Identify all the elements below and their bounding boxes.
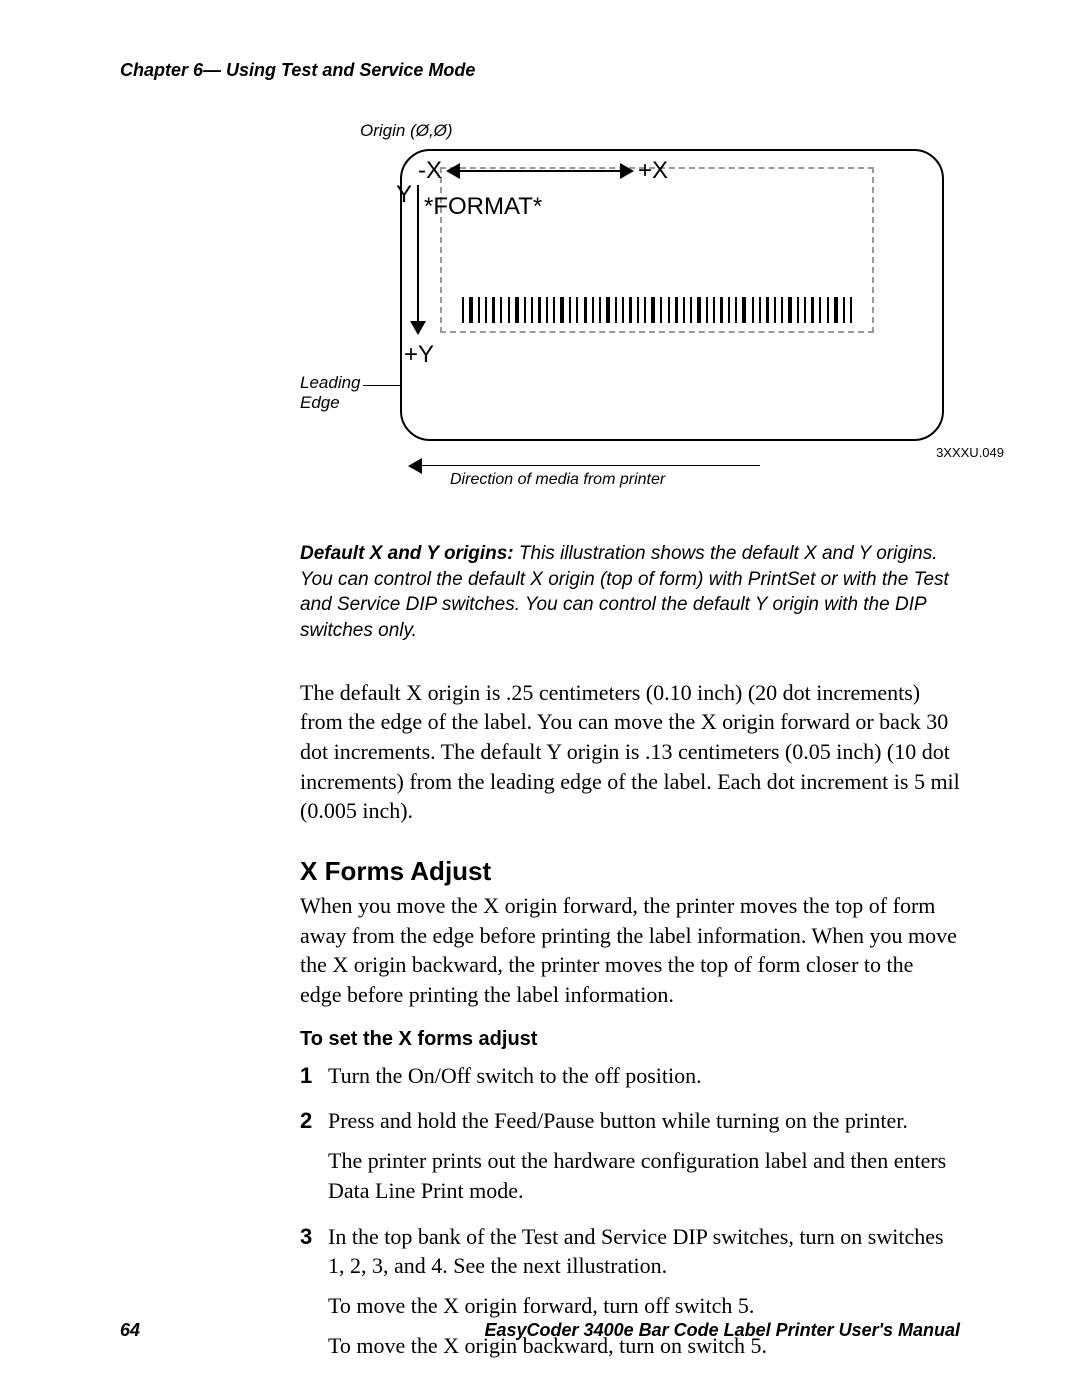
leading-edge-label: Leading Edge — [300, 373, 361, 414]
step-3-note-1: To move the X origin forward, turn off s… — [328, 1291, 960, 1321]
origin-diagram: Origin (Ø,Ø) -X +X Y +Y *FORMAT* Leading… — [300, 121, 1020, 511]
plus-y-label: +Y — [404, 341, 434, 369]
arrow-left-icon — [446, 163, 460, 179]
step-2-note: The printer prints out the hardware conf… — [328, 1146, 960, 1205]
chapter-header: Chapter 6— Using Test and Service Mode — [120, 60, 960, 81]
document-page: Chapter 6— Using Test and Service Mode O… — [0, 0, 1080, 1397]
x-forms-paragraph: When you move the X origin forward, the … — [300, 891, 960, 1010]
format-text: *FORMAT* — [424, 193, 542, 221]
caption-lead: Default X and Y origins: — [300, 543, 514, 564]
arrow-right-icon — [620, 163, 634, 179]
y-label: Y — [396, 181, 412, 209]
default-origins-paragraph: The default X origin is .25 centimeters … — [300, 678, 960, 826]
page-footer: 64 EasyCoder 3400e Bar Code Label Printe… — [120, 1320, 960, 1341]
x-axis-line — [448, 170, 632, 172]
origin-label: Origin (Ø,Ø) — [360, 121, 453, 141]
page-number: 64 — [120, 1320, 140, 1341]
procedure-heading: To set the X forms adjust — [300, 1028, 960, 1051]
step-1: Turn the On/Off switch to the off positi… — [300, 1061, 960, 1091]
barcode-icon — [462, 297, 852, 323]
plus-x-label: +X — [638, 157, 668, 185]
y-axis-line — [417, 185, 419, 327]
leading-edge-pointer — [363, 385, 400, 386]
section-heading: X Forms Adjust — [300, 856, 960, 887]
arrow-down-icon — [410, 321, 426, 335]
direction-label: Direction of media from printer — [450, 471, 665, 489]
direction-line — [420, 465, 760, 466]
figure-caption: Default X and Y origins: This illustrati… — [300, 541, 960, 644]
drawing-number: 3XXXU.049 — [936, 445, 1004, 460]
direction-arrow-icon — [408, 458, 422, 474]
procedure-steps: Turn the On/Off switch to the off positi… — [300, 1061, 960, 1361]
step-2: Press and hold the Feed/Pause button whi… — [300, 1106, 960, 1205]
manual-title: EasyCoder 3400e Bar Code Label Printer U… — [485, 1320, 960, 1341]
minus-x-label: -X — [418, 157, 442, 185]
